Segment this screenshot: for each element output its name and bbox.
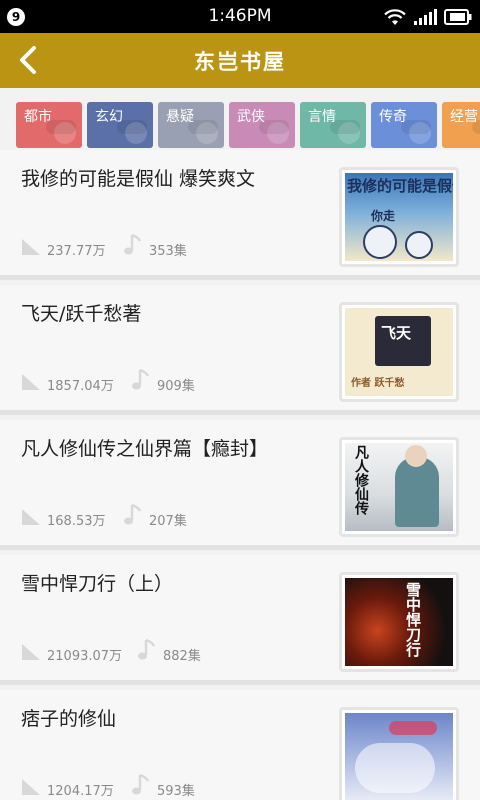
cover-title: 凡人修仙传 bbox=[353, 445, 369, 515]
play-count-icon bbox=[22, 509, 40, 525]
signal-icon bbox=[414, 9, 437, 25]
play-count: 1204.17万 bbox=[47, 784, 114, 799]
category-bar: 都市 玄幻 悬疑 武侠 言情 传奇 经营 bbox=[0, 88, 480, 150]
cover-subtitle: 作者 跃千愁 bbox=[351, 378, 405, 389]
book-list-item[interactable]: 我修的可能是假仙 爆笑爽文 237.77万 353集 我修的可能是假仙 你走 bbox=[0, 150, 480, 280]
episode-count: 353集 bbox=[149, 244, 187, 259]
page-title: 东岂书屋 bbox=[194, 50, 286, 74]
book-cover[interactable] bbox=[339, 707, 459, 800]
category-tab[interactable]: 武侠 bbox=[229, 102, 295, 148]
book-title: 凡人修仙传之仙界篇【瘾封】 bbox=[21, 438, 269, 460]
music-note-icon bbox=[124, 233, 142, 255]
book-title: 痞子的修仙 bbox=[21, 708, 117, 730]
play-count: 1857.04万 bbox=[47, 379, 114, 394]
book-cover[interactable]: 凡人修仙传 bbox=[339, 437, 459, 537]
category-tab[interactable]: 都市 bbox=[16, 102, 82, 148]
play-count-icon bbox=[22, 374, 40, 390]
book-list-item[interactable]: 飞天/跃千愁著 1857.04万 909集 飞天 作者 跃千愁 bbox=[0, 285, 480, 415]
category-tab[interactable]: 悬疑 bbox=[158, 102, 224, 148]
play-count: 168.53万 bbox=[47, 514, 106, 529]
cover-subtitle: 你走 bbox=[371, 209, 396, 223]
book-list-item[interactable]: 雪中悍刀行（上） 21093.07万 882集 雪中悍刀行 bbox=[0, 555, 480, 685]
category-tab[interactable]: 玄幻 bbox=[87, 102, 153, 148]
music-note-icon bbox=[138, 638, 156, 660]
battery-icon bbox=[444, 9, 472, 25]
cover-title: 雪中悍刀行 bbox=[404, 582, 422, 657]
book-cover[interactable]: 雪中悍刀行 bbox=[339, 572, 459, 672]
episode-count: 882集 bbox=[163, 649, 201, 664]
cover-title: 飞天 bbox=[381, 324, 412, 342]
book-title: 雪中悍刀行（上） bbox=[21, 573, 174, 595]
episode-count: 909集 bbox=[157, 379, 195, 394]
category-tab[interactable]: 言情 bbox=[300, 102, 366, 148]
category-label: 武侠 bbox=[237, 109, 265, 125]
wifi-icon bbox=[384, 9, 406, 25]
app-bar: 东岂书屋 bbox=[0, 33, 480, 88]
music-note-icon bbox=[132, 368, 150, 390]
category-label: 传奇 bbox=[379, 109, 407, 125]
cover-title: 我修的可能是假仙 bbox=[347, 177, 453, 195]
category-label: 言情 bbox=[308, 109, 336, 125]
category-tab[interactable]: 传奇 bbox=[371, 102, 437, 148]
music-note-icon bbox=[124, 503, 142, 525]
category-label: 玄幻 bbox=[95, 109, 123, 125]
play-count-icon bbox=[22, 644, 40, 660]
category-tab[interactable]: 经营 bbox=[442, 102, 480, 148]
book-list: 我修的可能是假仙 爆笑爽文 237.77万 353集 我修的可能是假仙 你走 飞… bbox=[0, 150, 480, 800]
music-note-icon bbox=[132, 773, 150, 795]
book-title: 我修的可能是假仙 爆笑爽文 bbox=[21, 168, 256, 190]
category-label: 悬疑 bbox=[166, 109, 194, 125]
play-count-icon bbox=[22, 239, 40, 255]
status-time: 1:46PM bbox=[208, 6, 272, 26]
play-count-icon bbox=[22, 779, 40, 795]
category-label: 都市 bbox=[24, 109, 52, 125]
episode-count: 593集 bbox=[157, 784, 195, 799]
book-cover[interactable]: 我修的可能是假仙 你走 bbox=[339, 167, 459, 267]
play-count: 21093.07万 bbox=[47, 649, 123, 664]
category-label: 经营 bbox=[450, 109, 478, 125]
book-list-item[interactable]: 凡人修仙传之仙界篇【瘾封】 168.53万 207集 凡人修仙传 bbox=[0, 420, 480, 550]
book-cover[interactable]: 飞天 作者 跃千愁 bbox=[339, 302, 459, 402]
status-bar: 9 1:46PM bbox=[0, 0, 480, 33]
play-count: 237.77万 bbox=[47, 244, 106, 259]
book-title: 飞天/跃千愁著 bbox=[21, 303, 142, 325]
episode-count: 207集 bbox=[149, 514, 187, 529]
book-list-item[interactable]: 痞子的修仙 1204.17万 593集 bbox=[0, 690, 480, 800]
